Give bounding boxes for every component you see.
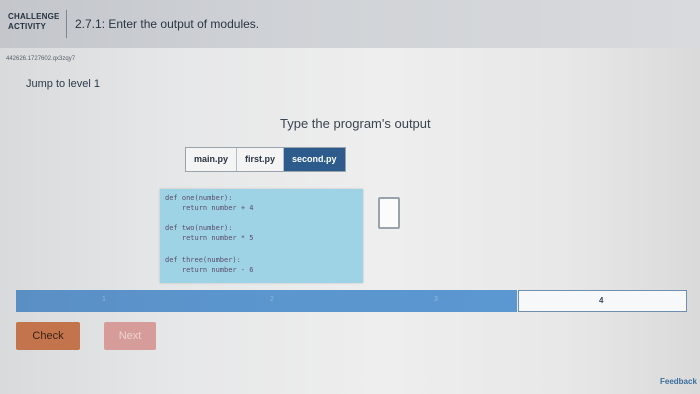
output-heading: Type the program's output bbox=[280, 116, 431, 131]
challenge-header: CHALLENGE ACTIVITY 2.7.1: Enter the outp… bbox=[0, 0, 700, 48]
code-line: return number * 5 bbox=[165, 234, 254, 242]
feedback-link[interactable]: Feedback bbox=[660, 377, 697, 386]
code-line: def two(number): bbox=[165, 224, 233, 232]
header-divider bbox=[66, 10, 67, 38]
next-button[interactable]: Next bbox=[104, 322, 156, 350]
challenge-label-line2: ACTIVITY bbox=[8, 22, 47, 31]
code-line: def three(number): bbox=[165, 256, 241, 264]
tab-main-py[interactable]: main.py bbox=[186, 148, 238, 171]
level-4-label: 4 bbox=[599, 296, 604, 305]
level-2-marker[interactable]: 2 bbox=[270, 296, 274, 303]
tab-second-py[interactable]: second.py bbox=[284, 148, 345, 171]
level-3-marker[interactable]: 3 bbox=[434, 296, 438, 303]
session-id: 442626.1727602.qx3zqy7 bbox=[6, 56, 76, 62]
code-line: def one(number): bbox=[165, 194, 233, 202]
level-4-marker[interactable]: 4 bbox=[518, 290, 687, 312]
code-line: return number + 4 bbox=[165, 204, 254, 212]
level-progress-bar: 1 2 3 bbox=[16, 290, 517, 312]
file-tabs: main.py first.py second.py bbox=[185, 147, 346, 172]
check-button[interactable]: Check bbox=[16, 322, 80, 350]
level-1-marker[interactable]: 1 bbox=[102, 296, 106, 303]
code-panel: def one(number): return number + 4 def t… bbox=[160, 189, 363, 283]
challenge-activity-label: CHALLENGE ACTIVITY bbox=[8, 12, 60, 32]
activity-title: 2.7.1: Enter the output of modules. bbox=[75, 17, 260, 31]
jump-to-level-link[interactable]: Jump to level 1 bbox=[26, 78, 100, 90]
challenge-label-line1: CHALLENGE bbox=[8, 12, 60, 21]
tab-first-py[interactable]: first.py bbox=[237, 148, 285, 171]
code-line: return number - 6 bbox=[165, 266, 254, 274]
program-output-input[interactable] bbox=[378, 197, 400, 229]
